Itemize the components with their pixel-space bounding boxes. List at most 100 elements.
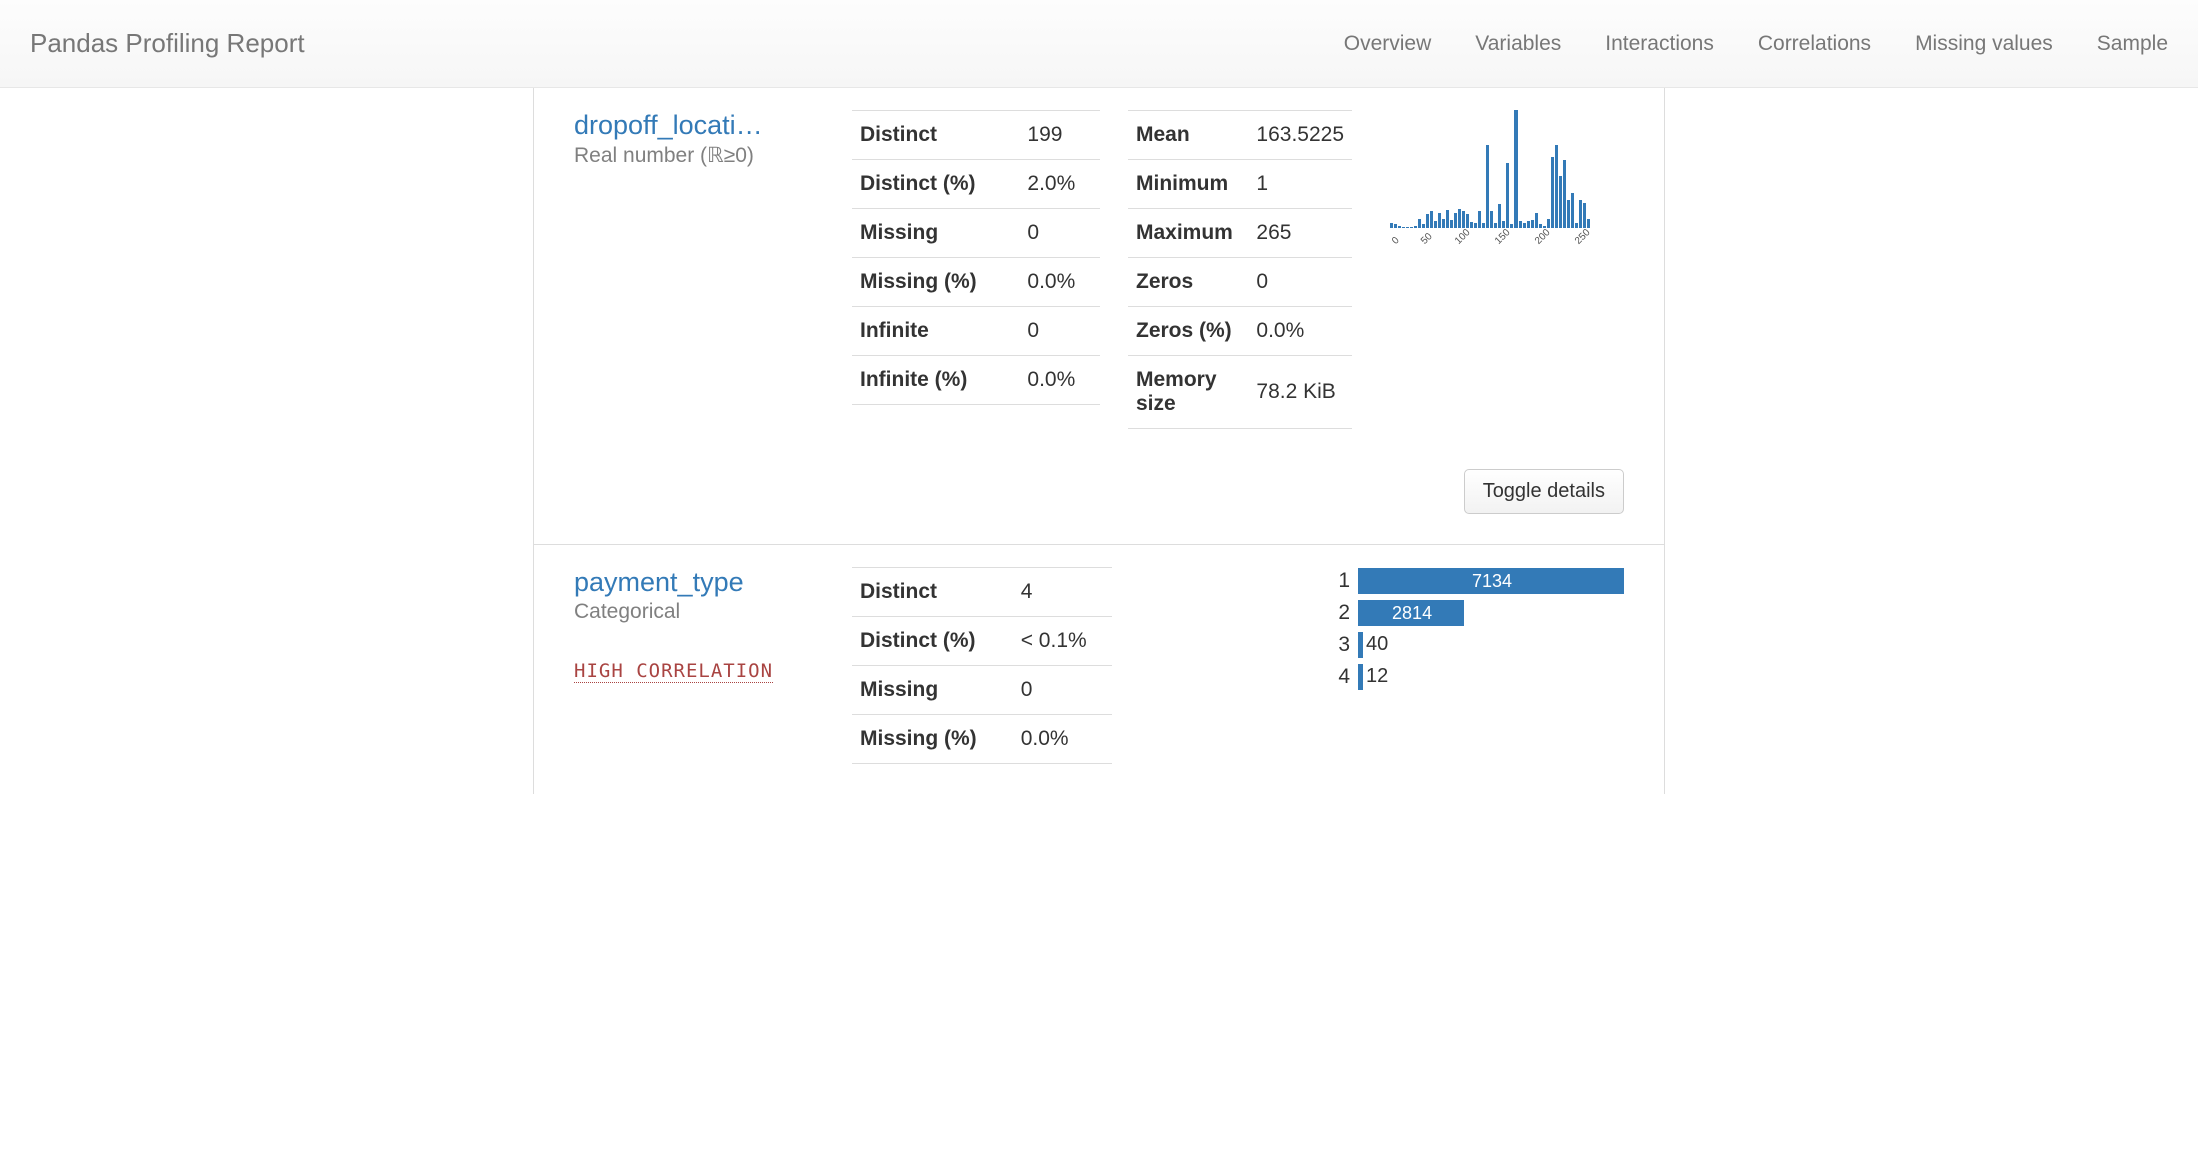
histogram-bar <box>1438 213 1441 228</box>
nav-link-correlations[interactable]: Correlations <box>1758 32 1871 56</box>
stat-row: Missing0 <box>852 666 1112 715</box>
histogram-bar <box>1551 157 1554 228</box>
histogram-bar <box>1494 223 1497 228</box>
stat-row: Distinct (%)< 0.1% <box>852 617 1112 666</box>
histogram-bar <box>1398 226 1401 228</box>
freq-label: 4 <box>1324 665 1350 689</box>
histogram-bar <box>1539 224 1542 228</box>
freq-bar: 2814 <box>1360 600 1464 626</box>
stat-label: Distinct (%) <box>852 617 1013 666</box>
nav-link-sample[interactable]: Sample <box>2097 32 2168 56</box>
histogram-bar <box>1519 221 1522 228</box>
freq-bar: 7134 <box>1360 568 1624 594</box>
freq-bar-track: 2814 <box>1358 600 1624 626</box>
freq-bar-track: 40 <box>1358 632 1624 658</box>
mini-histogram: 0 50 100 150 200 250 <box>1380 110 1620 250</box>
histogram-bar <box>1510 224 1513 228</box>
histogram-bar <box>1422 224 1425 228</box>
freq-label: 3 <box>1324 633 1350 657</box>
histogram-bar <box>1418 219 1421 228</box>
histogram-bar <box>1478 211 1481 228</box>
stat-value: < 0.1% <box>1013 617 1112 666</box>
content-panel: dropoff_locati… Real number (ℝ≥0) Distin… <box>533 88 1665 794</box>
histogram-bar <box>1482 223 1485 228</box>
stats-table-left: Distinct199Distinct (%)2.0%Missing0Missi… <box>852 110 1100 405</box>
stat-label: Missing (%) <box>852 715 1013 764</box>
stat-value: 0.0% <box>1248 307 1352 356</box>
stat-value: 0 <box>1248 258 1352 307</box>
histogram-bar <box>1474 223 1477 228</box>
histogram-tick: 150 <box>1493 227 1513 247</box>
stat-label: Missing <box>852 209 1019 258</box>
nav-link-interactions[interactable]: Interactions <box>1605 32 1714 56</box>
stat-row: Zeros0 <box>1128 258 1352 307</box>
stat-label: Minimum <box>1128 160 1248 209</box>
stat-row: Missing (%)0.0% <box>852 715 1112 764</box>
brand-title: Pandas Profiling Report <box>30 28 305 59</box>
stat-label: Distinct (%) <box>852 160 1019 209</box>
stat-row: Minimum1 <box>1128 160 1352 209</box>
stat-row: Missing0 <box>852 209 1100 258</box>
histogram-bar <box>1434 221 1437 228</box>
histogram-tick: 50 <box>1419 231 1435 247</box>
stat-row: Distinct199 <box>852 111 1100 160</box>
stat-row: Distinct (%)2.0% <box>852 160 1100 209</box>
histogram-bar <box>1410 227 1413 228</box>
histogram-bar <box>1406 227 1409 228</box>
freq-bar-track: 12 <box>1358 664 1624 690</box>
histogram-bar <box>1559 176 1562 228</box>
stat-value: 0 <box>1013 666 1112 715</box>
histogram-tick: 100 <box>1453 227 1473 247</box>
stat-label: Missing (%) <box>852 258 1019 307</box>
histogram-bar <box>1571 193 1574 228</box>
stat-value: 4 <box>1013 568 1112 617</box>
stat-value: 265 <box>1248 209 1352 258</box>
histogram-bar <box>1394 224 1397 228</box>
toggle-details-button[interactable]: Toggle details <box>1464 469 1624 514</box>
freq-bar <box>1360 632 1363 658</box>
nav-link-overview[interactable]: Overview <box>1344 32 1432 56</box>
histogram-bar <box>1466 214 1469 228</box>
stat-label: Missing <box>852 666 1013 715</box>
variable-section-payment-type: payment_type Categorical HIGH CORRELATIO… <box>534 545 1664 794</box>
stat-label: Distinct <box>852 111 1019 160</box>
variable-name[interactable]: payment_type <box>574 567 824 598</box>
histogram-tick: 200 <box>1533 227 1553 247</box>
stat-value: 0.0% <box>1019 356 1100 405</box>
histogram-tick: 250 <box>1573 227 1593 247</box>
stats-table: Distinct4Distinct (%)< 0.1%Missing0Missi… <box>852 567 1112 764</box>
stat-value: 0.0% <box>1013 715 1112 764</box>
stat-label: Infinite (%) <box>852 356 1019 405</box>
histogram-bar <box>1523 223 1526 228</box>
stat-row: Distinct4 <box>852 568 1112 617</box>
stat-value: 0 <box>1019 209 1100 258</box>
freq-row: 3 40 <box>1324 631 1624 659</box>
stat-value: 199 <box>1019 111 1100 160</box>
stat-label: Zeros <box>1128 258 1248 307</box>
freq-bar <box>1360 664 1363 690</box>
stat-label: Mean <box>1128 111 1248 160</box>
histogram-bar <box>1531 220 1534 228</box>
histogram-bar <box>1430 211 1433 228</box>
stat-value: 1 <box>1248 160 1352 209</box>
histogram-bar <box>1575 223 1578 228</box>
histogram-bar <box>1547 219 1550 228</box>
freq-count: 40 <box>1366 633 1388 655</box>
histogram-bar <box>1563 160 1566 228</box>
histogram-bar <box>1535 213 1538 228</box>
freq-bar-track: 7134 <box>1358 568 1624 594</box>
nav-link-missing-values[interactable]: Missing values <box>1915 32 2053 56</box>
histogram-bar <box>1490 211 1493 228</box>
histogram-bar <box>1587 219 1590 228</box>
histogram-bar <box>1454 213 1457 228</box>
stat-label: Memory size <box>1128 356 1248 429</box>
warning-badge-high-correlation[interactable]: HIGH CORRELATION <box>574 660 773 683</box>
histogram-tick: 0 <box>1390 235 1402 247</box>
histogram-bar <box>1583 203 1586 228</box>
histogram-bar <box>1579 200 1582 228</box>
top-navbar: Pandas Profiling Report Overview Variabl… <box>0 0 2198 88</box>
nav-link-variables[interactable]: Variables <box>1475 32 1561 56</box>
variable-name[interactable]: dropoff_locati… <box>574 110 824 141</box>
stat-row: Zeros (%)0.0% <box>1128 307 1352 356</box>
freq-row: 22814 <box>1324 599 1624 627</box>
